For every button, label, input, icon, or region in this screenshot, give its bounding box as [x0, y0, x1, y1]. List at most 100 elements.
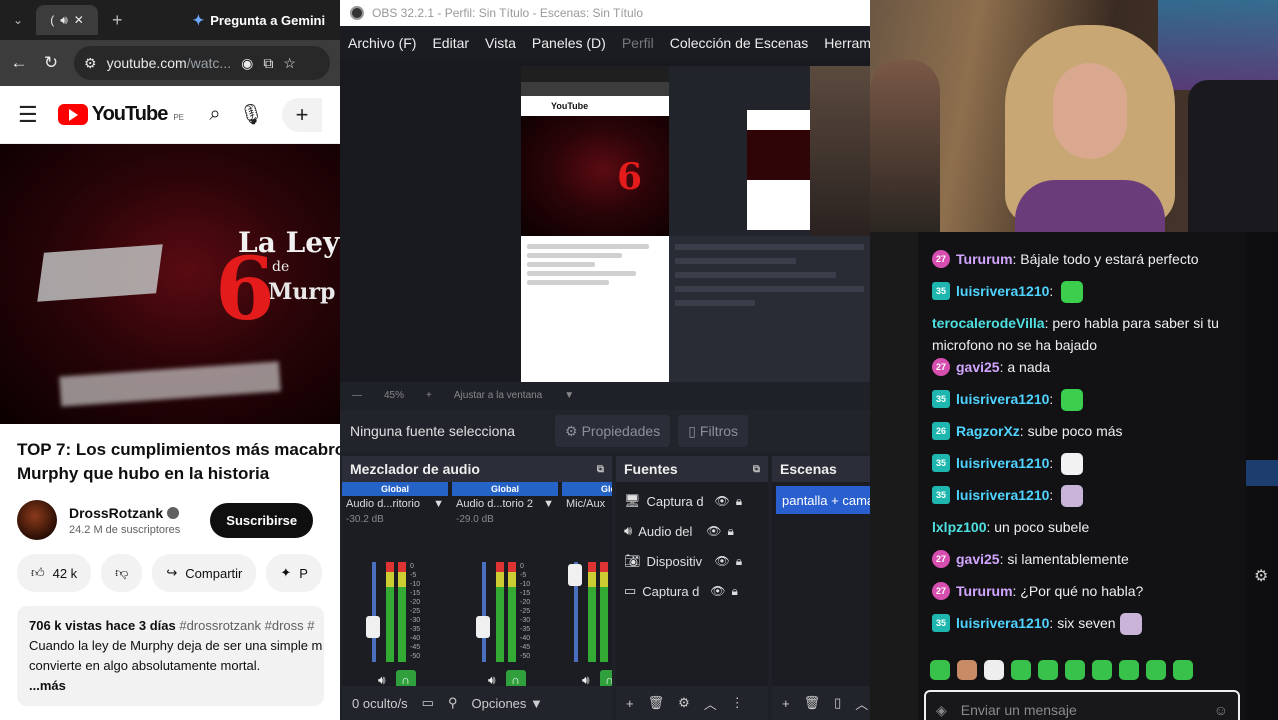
scene-filters-icon[interactable]: ▯: [834, 695, 841, 711]
sub-badge-icon[interactable]: 35: [932, 486, 950, 504]
sub-badge-icon[interactable]: 27: [932, 582, 950, 600]
more-options-icon[interactable]: ⋮: [731, 695, 744, 711]
hashtags[interactable]: #drossrotzank #dross #: [179, 618, 314, 633]
chat-username[interactable]: Tururum: [956, 583, 1013, 599]
browser-tab-active[interactable]: ( 🔊︎ ✕: [36, 5, 98, 35]
emote-icon[interactable]: [1011, 660, 1031, 680]
menu-herramientas[interactable]: Herramientas: [824, 35, 870, 51]
channel-avatar[interactable]: [17, 500, 57, 540]
emote-icon[interactable]: [1065, 660, 1085, 680]
source-item[interactable]: 📷︎ Dispositiv 👁︎ 🔒︎: [616, 546, 768, 576]
sub-badge-icon[interactable]: 27: [932, 358, 950, 376]
source-settings-icon[interactable]: ⚙: [678, 695, 690, 711]
zoom-out-button[interactable]: —: [352, 390, 362, 401]
tab-audio-icon[interactable]: 🔊︎: [60, 13, 68, 28]
visibility-eye-icon[interactable]: 👁︎: [715, 494, 730, 508]
chat-badge-icon[interactable]: ◈: [936, 702, 947, 719]
chat-username[interactable]: RagzorXz: [956, 423, 1020, 439]
chat-username[interactable]: luisrivera1210: [956, 391, 1049, 407]
emote-icon[interactable]: [1173, 660, 1193, 680]
remove-source-icon[interactable]: 🗑︎: [648, 695, 665, 711]
lock-icon[interactable]: 🔒︎: [736, 554, 742, 569]
menu-archivo[interactable]: Archivo (F): [348, 35, 416, 51]
channel-name[interactable]: DrossRotzank: [69, 505, 163, 521]
settings-gear-icon[interactable]: ⚙: [1254, 566, 1268, 586]
visibility-eye-icon[interactable]: 👁︎: [710, 584, 725, 598]
search-icon[interactable]: ⌕: [209, 103, 220, 126]
undock-icon[interactable]: ⧉: [597, 464, 604, 475]
visibility-eye-icon[interactable]: 👁︎: [715, 554, 730, 568]
mixer-options-button[interactable]: Opciones ▼: [471, 696, 542, 711]
volume-fader-track[interactable]: [372, 562, 376, 662]
sub-badge-icon[interactable]: 35: [932, 614, 950, 632]
add-scene-icon[interactable]: +: [782, 696, 790, 711]
volume-fader-knob[interactable]: [366, 616, 380, 638]
lock-icon[interactable]: 🔒︎: [727, 524, 733, 539]
subscribe-button[interactable]: Suscribirse: [210, 502, 314, 538]
install-app-icon[interactable]: ⧉: [263, 55, 273, 72]
mixer-advanced-icon[interactable]: ⚲: [448, 695, 458, 711]
chat-username[interactable]: luisrivera1210: [956, 615, 1049, 631]
emote-icon[interactable]: [957, 660, 977, 680]
chat-username[interactable]: terocalerodeVilla: [932, 315, 1045, 331]
sub-badge-icon[interactable]: 35: [932, 282, 950, 300]
chat-username[interactable]: gavi25: [956, 551, 1000, 567]
tab-search-chevron-icon[interactable]: ⌄: [8, 13, 28, 27]
zoom-dropdown-icon[interactable]: ▼: [564, 390, 574, 401]
channel-menu-icon[interactable]: ▼: [543, 498, 554, 510]
volume-fader-track[interactable]: [482, 562, 486, 662]
new-tab-button[interactable]: +: [112, 10, 123, 31]
sub-badge-icon[interactable]: 26: [932, 422, 950, 440]
tab-close-icon[interactable]: ✕: [74, 13, 84, 27]
source-item[interactable]: 🖥︎ Captura d 👁︎ 🔒︎: [616, 486, 768, 516]
source-item[interactable]: 🔊︎ Audio del 👁︎ 🔒︎: [616, 516, 768, 546]
chat-input[interactable]: ◈ Enviar un mensaje ☺: [924, 690, 1240, 720]
chat-username[interactable]: luisrivera1210: [956, 487, 1049, 503]
visibility-eye-icon[interactable]: 👁︎: [706, 524, 721, 538]
address-bar[interactable]: ⚙︎ youtube.com/watc... ◉ ⧉ ☆: [74, 46, 330, 80]
move-up-icon[interactable]: ︿: [704, 694, 717, 713]
emote-icon[interactable]: [1146, 660, 1166, 680]
video-player[interactable]: La Ley de Murp 6: [0, 144, 340, 424]
gemini-button[interactable]: ✦ Pregunta a Gemini: [193, 12, 326, 29]
chat-username[interactable]: gavi25: [956, 359, 1000, 375]
share-button[interactable]: ↪ Compartir: [152, 554, 257, 592]
dislike-button[interactable]: 👎︎: [101, 554, 143, 592]
sub-badge-icon[interactable]: 27: [932, 250, 950, 268]
menu-paneles[interactable]: Paneles (D): [532, 35, 606, 51]
chat-username[interactable]: lxlpz100: [932, 519, 986, 535]
channel-menu-icon[interactable]: ▼: [433, 498, 444, 510]
add-source-icon[interactable]: +: [626, 696, 634, 711]
sub-badge-icon[interactable]: 27: [932, 550, 950, 568]
back-arrow-icon[interactable]: ←: [10, 53, 28, 73]
volume-fader-knob[interactable]: [568, 564, 582, 586]
like-button[interactable]: 👍︎ 42 k: [17, 554, 92, 592]
menu-coleccion-escenas[interactable]: Colección de Escenas: [670, 35, 809, 51]
youtube-logo[interactable]: YouTube PE: [57, 103, 184, 126]
chat-username[interactable]: luisrivera1210: [956, 283, 1049, 299]
site-settings-icon[interactable]: ⚙︎: [84, 55, 97, 72]
ask-ai-button[interactable]: ✦ P: [266, 554, 322, 592]
video-description[interactable]: 706 k vistas hace 3 días #drossrotzank #…: [17, 606, 324, 706]
filters-button[interactable]: ▯ Filtros: [678, 415, 749, 447]
remove-scene-icon[interactable]: 🗑︎: [804, 695, 821, 711]
scene-item-active[interactable]: pantalla + camara: [776, 486, 870, 514]
emote-icon[interactable]: [1119, 660, 1139, 680]
create-plus-button[interactable]: +: [282, 97, 322, 132]
side-panel-tab[interactable]: [1246, 460, 1278, 486]
emote-icon[interactable]: [930, 660, 950, 680]
emote-icon[interactable]: [984, 660, 1004, 680]
chat-username[interactable]: Tururum: [956, 251, 1013, 267]
volume-fader-knob[interactable]: [476, 616, 490, 638]
menu-perfil[interactable]: Perfil: [622, 35, 654, 51]
zoom-in-button[interactable]: +: [426, 390, 432, 401]
sub-badge-icon[interactable]: 35: [932, 390, 950, 408]
description-more-link[interactable]: ...más: [29, 676, 312, 696]
emote-icon[interactable]: [1038, 660, 1058, 680]
menu-vista[interactable]: Vista: [485, 35, 516, 51]
properties-button[interactable]: ⚙ Propiedades: [555, 415, 671, 447]
undock-icon[interactable]: ⧉: [753, 464, 760, 475]
lock-icon[interactable]: 🔒︎: [736, 494, 742, 509]
bookmark-star-icon[interactable]: ☆: [283, 55, 296, 72]
sub-badge-icon[interactable]: 35: [932, 454, 950, 472]
